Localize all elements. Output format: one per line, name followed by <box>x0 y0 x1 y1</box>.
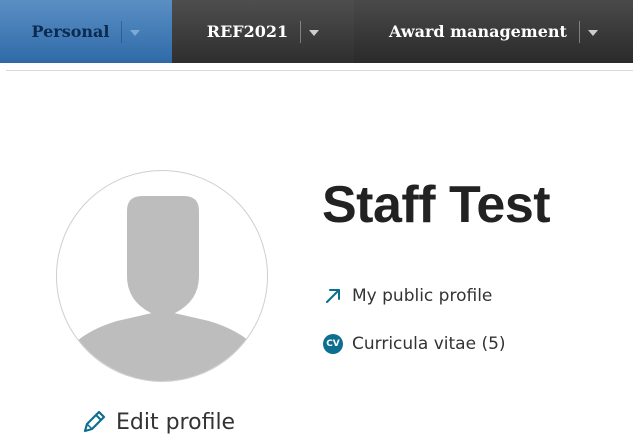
tab-personal[interactable]: Personal <box>0 0 172 63</box>
chevron-down-icon[interactable] <box>309 29 320 36</box>
tab-award-management[interactable]: Award management <box>354 0 633 63</box>
edit-profile-link[interactable]: Edit profile <box>80 408 235 436</box>
tab-ref2021[interactable]: REF2021 <box>172 0 354 63</box>
chevron-down-icon[interactable] <box>130 29 141 36</box>
tab-divider <box>121 20 123 43</box>
chevron-down-icon[interactable] <box>587 29 598 36</box>
edit-profile-label: Edit profile <box>116 409 236 435</box>
tab-divider <box>300 20 302 43</box>
tab-ref2021-label: REF2021 <box>206 22 289 41</box>
tab-divider <box>578 20 580 43</box>
cv-badge-text: CV <box>323 334 343 354</box>
curricula-vitae-label: Curricula vitae (5) <box>352 334 506 354</box>
tab-award-management-label: Award management <box>389 22 567 41</box>
public-profile-link[interactable]: My public profile <box>322 285 492 307</box>
public-profile-label: My public profile <box>352 286 493 306</box>
curricula-vitae-link[interactable]: CV Curricula vitae (5) <box>322 333 506 355</box>
top-navigation: Personal REF2021 Award management <box>0 0 633 63</box>
pencil-icon <box>83 410 106 433</box>
tab-personal-label: Personal <box>31 22 110 41</box>
profile-name: Staff Test <box>322 176 551 234</box>
avatar <box>56 170 268 382</box>
subnav-bar <box>6 63 633 71</box>
cv-badge-icon: CV <box>322 333 344 355</box>
default-user-silhouette-icon <box>57 196 267 381</box>
external-arrow-icon <box>322 285 344 307</box>
